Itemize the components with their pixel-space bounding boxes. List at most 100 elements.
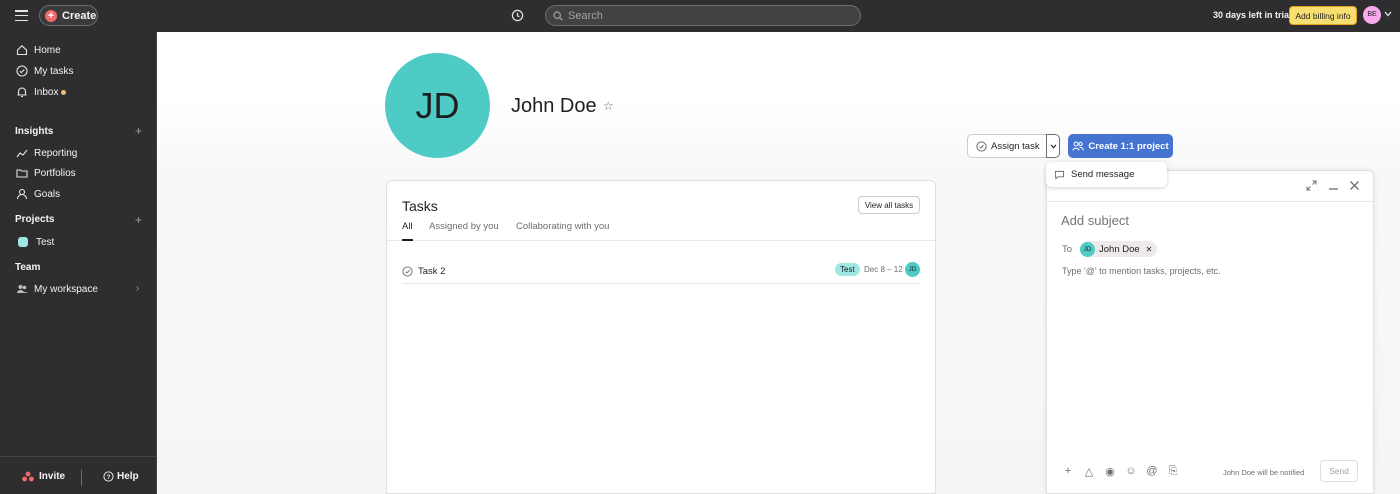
recipient-chip[interactable]: JD John Doe ✕ bbox=[1080, 241, 1158, 257]
people-icon bbox=[1072, 141, 1085, 151]
subject-input[interactable] bbox=[1061, 213, 1351, 228]
create-label: Create bbox=[62, 9, 97, 22]
send-message-label: Send message bbox=[1071, 169, 1135, 180]
star-icon[interactable]: ☆ bbox=[603, 99, 614, 113]
to-label: To bbox=[1062, 244, 1073, 255]
help-label: Help bbox=[117, 471, 139, 482]
trial-text: 30 days left in trial bbox=[1213, 10, 1292, 20]
create-1-1-project-label: Create 1:1 project bbox=[1088, 140, 1169, 152]
menu-icon[interactable] bbox=[15, 10, 28, 22]
reporting-icon bbox=[16, 149, 28, 158]
tabs-divider bbox=[387, 240, 935, 241]
check-circle-icon bbox=[976, 140, 987, 152]
invite-label: Invite bbox=[39, 471, 66, 482]
sidebar-item-home[interactable]: Home bbox=[0, 40, 156, 60]
people-icon bbox=[17, 285, 28, 293]
formatting-icon[interactable]: △ bbox=[1083, 465, 1095, 478]
message-body-input[interactable]: Type '@' to mention tasks, projects, etc… bbox=[1062, 266, 1221, 276]
search-bar[interactable] bbox=[545, 5, 861, 26]
tab-collaborating-with-you[interactable]: Collaborating with you bbox=[516, 221, 609, 232]
active-tab-indicator bbox=[402, 239, 413, 241]
message-bubble-icon bbox=[1054, 170, 1065, 180]
task-due-date[interactable]: Dec 8 – 12 bbox=[864, 265, 903, 274]
sidebar-item-label: Reporting bbox=[34, 147, 78, 159]
sidebar-item-label: Portfolios bbox=[34, 167, 76, 179]
history-icon[interactable] bbox=[511, 9, 524, 22]
chevron-down-icon bbox=[1050, 143, 1056, 149]
sidebar-item-label: Home bbox=[34, 44, 61, 56]
chevron-right-icon[interactable]: › bbox=[136, 283, 139, 294]
home-icon bbox=[16, 45, 28, 56]
mention-icon[interactable]: @ bbox=[1146, 465, 1158, 478]
add-insight-button[interactable]: + bbox=[135, 124, 142, 138]
task-name[interactable]: Task 2 bbox=[418, 266, 445, 277]
view-all-tasks-button[interactable]: View all tasks bbox=[858, 196, 920, 214]
tab-assigned-by-you[interactable]: Assigned by you bbox=[429, 221, 499, 232]
search-icon bbox=[553, 10, 563, 21]
emoji-icon[interactable]: ☺ bbox=[1125, 465, 1137, 478]
tasks-title: Tasks bbox=[402, 198, 438, 214]
tasks-card: Tasks View all tasks All Assigned by you… bbox=[386, 180, 936, 494]
sidebar-item-label: My workspace bbox=[34, 283, 98, 295]
notification-dot bbox=[61, 89, 67, 95]
check-circle-icon bbox=[16, 65, 28, 77]
panel-header-divider bbox=[1047, 201, 1373, 202]
attachment-icon[interactable]: ⎘ bbox=[1167, 465, 1179, 478]
add-project-button[interactable]: + bbox=[135, 213, 142, 227]
record-icon[interactable]: ◉ bbox=[1104, 465, 1116, 478]
project-tag[interactable]: Test bbox=[835, 263, 860, 276]
add-billing-button[interactable]: Add billing info bbox=[1289, 6, 1357, 25]
asana-logo-icon bbox=[22, 471, 34, 482]
user-avatar[interactable]: BE bbox=[1363, 6, 1381, 24]
goals-icon bbox=[16, 188, 28, 200]
recipient-avatar: JD bbox=[1080, 241, 1095, 257]
profile-name: John Doe bbox=[511, 95, 597, 117]
bell-icon bbox=[17, 87, 27, 98]
project-color-swatch bbox=[18, 237, 28, 247]
projects-header: Projects bbox=[15, 214, 55, 225]
add-icon[interactable]: + bbox=[1062, 465, 1074, 478]
assign-task-button[interactable]: Assign task bbox=[967, 134, 1047, 158]
help-button[interactable]: ? Help bbox=[103, 471, 139, 482]
message-toolbar: + △ ◉ ☺ @ ⎘ bbox=[1062, 465, 1179, 478]
tab-all[interactable]: All bbox=[402, 221, 413, 232]
sidebar-item-label: My tasks bbox=[34, 65, 74, 77]
send-message-menu-item[interactable]: Send message bbox=[1046, 162, 1167, 187]
sidebar: Home My tasks Inbox Insights + Reporting… bbox=[0, 32, 157, 494]
sidebar-item-reporting[interactable]: Reporting bbox=[0, 143, 156, 163]
sidebar-item-inbox[interactable]: Inbox bbox=[0, 82, 156, 102]
assign-task-label: Assign task bbox=[991, 140, 1040, 152]
assignee-avatar[interactable]: JD bbox=[905, 262, 920, 277]
insights-header: Insights bbox=[15, 126, 54, 137]
folder-icon bbox=[16, 169, 28, 178]
bottom-separator bbox=[81, 470, 82, 486]
top-bar: + Create 30 days left in trial Add billi… bbox=[0, 0, 1400, 32]
sidebar-item-portfolios[interactable]: Portfolios bbox=[0, 163, 156, 183]
plus-icon: + bbox=[45, 9, 57, 22]
sidebar-item-my-workspace[interactable]: My workspace bbox=[0, 279, 156, 299]
sidebar-divider bbox=[0, 456, 156, 457]
help-icon: ? bbox=[103, 471, 114, 482]
expand-icon[interactable] bbox=[1306, 180, 1317, 194]
close-icon[interactable] bbox=[1349, 180, 1360, 194]
create-button[interactable]: + Create bbox=[39, 5, 98, 26]
notified-text: John Doe will be notified bbox=[1223, 468, 1305, 477]
send-message-panel: To JD John Doe ✕ Type '@' to mention tas… bbox=[1046, 170, 1374, 494]
assign-task-dropdown-button[interactable] bbox=[1046, 134, 1060, 158]
sidebar-item-label: Inbox bbox=[34, 86, 59, 98]
team-header: Team bbox=[15, 262, 41, 273]
profile-avatar: JD bbox=[385, 53, 490, 158]
invite-button[interactable]: Invite bbox=[22, 471, 65, 482]
sidebar-item-my-tasks[interactable]: My tasks bbox=[0, 61, 156, 81]
task-complete-checkbox-icon[interactable] bbox=[402, 266, 413, 277]
task-row[interactable]: Task 2 Test Dec 8 – 12 JD bbox=[402, 260, 921, 284]
create-1-1-project-button[interactable]: Create 1:1 project bbox=[1068, 134, 1173, 158]
sidebar-item-project-test[interactable]: Test bbox=[0, 232, 156, 252]
search-input[interactable] bbox=[568, 9, 848, 22]
chevron-down-icon[interactable] bbox=[1384, 11, 1392, 17]
sidebar-item-label: Goals bbox=[34, 188, 61, 200]
sidebar-item-goals[interactable]: Goals bbox=[0, 184, 156, 204]
minimize-icon[interactable] bbox=[1328, 180, 1339, 194]
send-button[interactable]: Send bbox=[1320, 460, 1358, 482]
remove-recipient-icon[interactable]: ✕ bbox=[1146, 245, 1153, 254]
